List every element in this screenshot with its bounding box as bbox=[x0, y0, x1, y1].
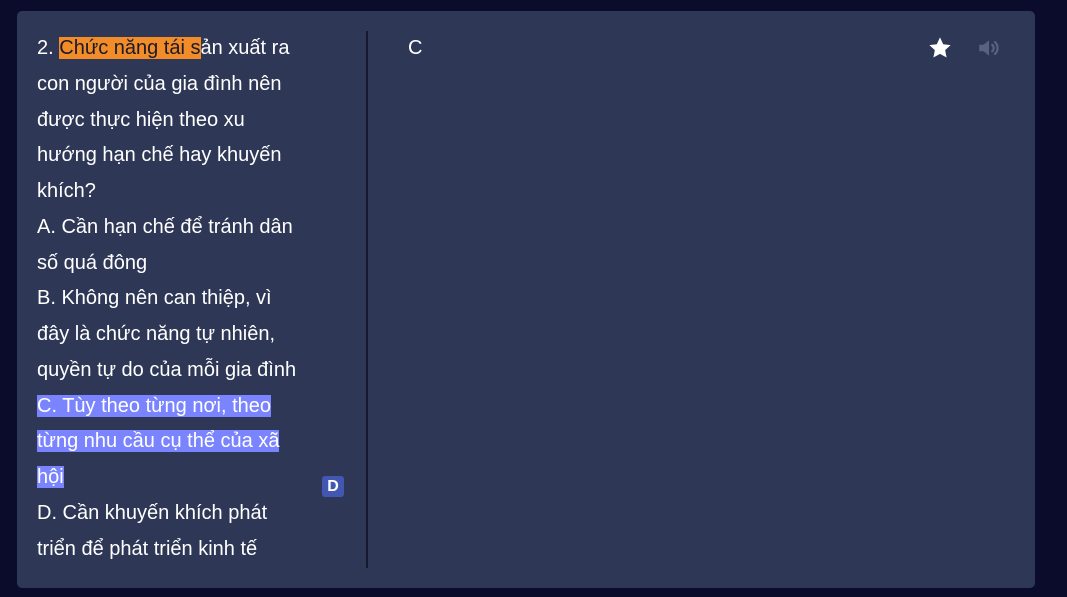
question-line: 2. Chức năng tái sản xuất ra bbox=[37, 31, 337, 67]
audio-button[interactable] bbox=[976, 35, 1004, 63]
card-divider bbox=[366, 31, 368, 568]
question-fragment: ản xuất ra bbox=[200, 37, 290, 59]
star-icon bbox=[929, 37, 951, 58]
blue-highlight: từng nhu cầu cụ thể của xã bbox=[37, 430, 280, 453]
option-b-line: quyền tự do của mỗi gia đình bbox=[37, 358, 297, 381]
question-line: con người của gia đình nên bbox=[37, 72, 282, 95]
option-c-line: từng nhu cầu cụ thể của xã bbox=[37, 424, 337, 460]
answer-text: C bbox=[408, 37, 423, 59]
option-a-line: A. Cần hạn chế để tránh dân bbox=[37, 215, 293, 238]
option-b-line: đây là chức năng tự nhiên, bbox=[37, 323, 276, 345]
question-text: 2. Chức năng tái sản xuất ra con người c… bbox=[37, 31, 337, 567]
question-number: 2. bbox=[37, 37, 60, 59]
option-a-line: số quá đông bbox=[37, 251, 148, 274]
question-line: khích? bbox=[37, 180, 96, 202]
d-badge[interactable]: D bbox=[322, 476, 344, 497]
option-c-line: hội bbox=[37, 460, 337, 496]
blue-highlight: C. Tùy theo từng nơi, theo bbox=[37, 394, 272, 417]
flashcard: 2. Chức năng tái sản xuất ra con người c… bbox=[17, 11, 1035, 588]
option-d-line: triển để phát triển kinh tế bbox=[37, 537, 258, 560]
question-line: được thực hiện theo xu bbox=[37, 108, 245, 131]
blue-highlight: hội bbox=[37, 466, 64, 488]
option-b-line: B. Không nên can thiệp, vì bbox=[37, 287, 272, 310]
orange-highlight: Chức năng tái s bbox=[59, 37, 201, 59]
speaker-icon bbox=[979, 40, 999, 56]
question-line: hướng hạn chế hay khuyến bbox=[37, 144, 282, 167]
option-c-line: C. Tùy theo từng nơi, theo bbox=[37, 389, 337, 425]
star-button[interactable] bbox=[927, 35, 955, 63]
option-d-line: D. Cần khuyến khích phát bbox=[37, 501, 268, 524]
